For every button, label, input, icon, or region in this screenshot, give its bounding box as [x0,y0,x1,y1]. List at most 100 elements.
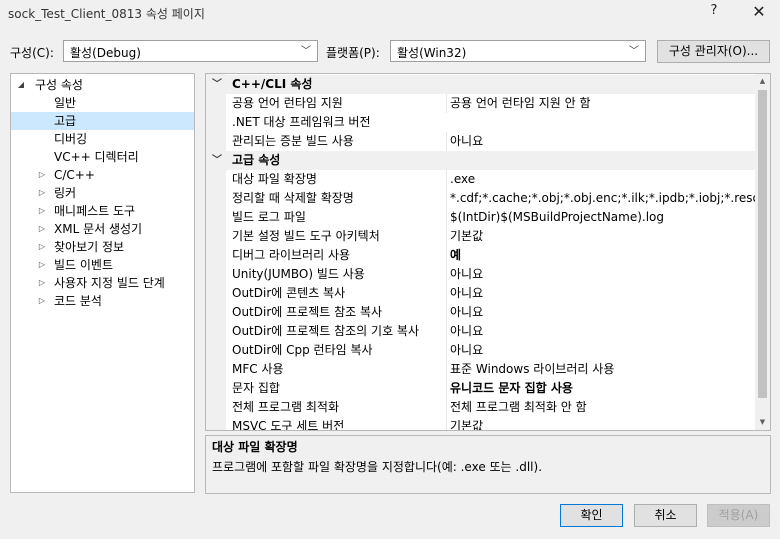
property-row[interactable]: MFC 사용 표준 Windows 라이브러리 사용 [206,360,757,379]
property-row[interactable]: 문자 집합 유니코드 문자 집합 사용 [206,379,757,398]
property-value[interactable]: 전체 프로그램 최적화 안 함 [446,398,757,417]
triangle-right-icon[interactable]: ▷ [37,292,47,310]
chevron-down-icon[interactable]: ﹀ [212,75,222,94]
triangle-right-icon[interactable]: ▷ [37,274,47,292]
property-name: OutDir에 콘텐츠 복사 [232,286,346,300]
tree-item-label: XML 문서 생성기 [54,222,143,236]
grid-scrollbar[interactable]: ▲ ▼ [755,74,770,430]
property-name: 디버그 라이브러리 사용 [232,248,351,262]
property-value[interactable]: 예 [446,246,757,265]
window-title: sock_Test_Client_0813 속성 페이지 [8,7,205,21]
chevron-down-icon[interactable]: ﹀ [212,151,222,170]
scroll-down-icon[interactable]: ▼ [755,415,770,430]
property-value[interactable]: .exe [446,170,757,189]
property-row[interactable]: 대상 파일 확장명 .exe [206,170,757,189]
property-row[interactable]: OutDir에 Cpp 런타임 복사 아니요 [206,341,757,360]
property-name: 관리되는 증분 빌드 사용 [232,134,354,148]
property-row[interactable]: OutDir에 프로젝트 참조 복사 아니요 [206,303,757,322]
tree-item[interactable]: ▷ C/C++ [11,166,194,184]
property-value[interactable]: 아니요 [446,341,757,360]
tree-item[interactable]: 디버깅 [11,130,194,148]
property-value[interactable]: 아니요 [446,303,757,322]
property-name: OutDir에 프로젝트 참조 복사 [232,305,383,319]
close-button[interactable]: ✕ [748,2,770,24]
tree-item[interactable]: ▷ 빌드 이벤트 [11,256,194,274]
config-dropdown[interactable]: 활성(Debug) ﹀ [63,40,318,62]
property-row[interactable]: 전체 프로그램 최적화 전체 프로그램 최적화 안 함 [206,398,757,417]
property-name: MSVC 도구 세트 버전 [232,419,345,431]
property-name: MFC 사용 [232,362,284,376]
tree-item[interactable]: VC++ 디렉터리 [11,148,194,166]
property-value[interactable]: 공용 언어 런타임 지원 안 함 [446,94,757,113]
property-value[interactable]: 기본값 [446,417,757,430]
tree-item[interactable]: ▷ 코드 분석 [11,292,194,310]
ok-button[interactable]: 확인 [560,504,623,527]
property-row[interactable]: 공용 언어 런타임 지원 공용 언어 런타임 지원 안 함 [206,94,757,113]
platform-label: 플랫폼(P): [326,46,380,60]
category-header[interactable]: ﹀ C++/CLI 속성 [206,75,757,94]
property-value[interactable]: 아니요 [446,284,757,303]
help-button[interactable]: ? [706,3,722,23]
property-row[interactable]: OutDir에 콘텐츠 복사 아니요 [206,284,757,303]
tree-item[interactable]: ▷ 사용자 지정 빌드 단계 [11,274,194,292]
property-value[interactable]: 아니요 [446,265,757,284]
property-name: 공용 언어 런타임 지원 [232,96,343,110]
tree-item[interactable]: ▷ 찾아보기 정보 [11,238,194,256]
property-name: 빌드 로그 파일 [232,210,306,224]
triangle-right-icon[interactable]: ▷ [37,256,47,274]
tree-item[interactable]: 고급 [11,112,194,130]
description-panel: 대상 파일 확장명 프로그램에 포함할 파일 확장명을 지정합니다(예: .ex… [205,435,771,494]
chevron-down-icon: ﹀ [301,46,311,57]
tree-item-label: 고급 [54,114,77,128]
triangle-right-icon[interactable]: ▷ [37,202,47,220]
cancel-button[interactable]: 취소 [634,504,697,527]
property-value[interactable]: 아니요 [446,132,757,151]
tree-item[interactable]: ▷ 매니페스트 도구 [11,202,194,220]
property-value[interactable]: 표준 Windows 라이브러리 사용 [446,360,757,379]
property-value[interactable]: *.cdf;*.cache;*.obj;*.obj.enc;*.ilk;*.ip… [446,189,757,208]
category-label: C++/CLI 속성 [232,77,313,91]
platform-value: 활성(Win32) [397,46,467,60]
tree-item-label: 링커 [54,186,77,200]
triangle-right-icon[interactable]: ▷ [37,238,47,256]
expanded-triangle-icon[interactable]: ◢ [16,76,26,94]
platform-dropdown[interactable]: 활성(Win32) ﹀ [390,40,646,62]
category-header[interactable]: ﹀ 고급 속성 [206,151,757,170]
property-grid: ﹀ C++/CLI 속성공용 언어 런타임 지원 공용 언어 런타임 지원 안 함.… [205,73,771,431]
property-name: OutDir에 Cpp 런타임 복사 [232,343,373,357]
config-manager-button[interactable]: 구성 관리자(O)... [657,40,770,63]
property-name: OutDir에 프로젝트 참조의 기호 복사 [232,324,420,338]
property-row[interactable]: 관리되는 증분 빌드 사용 아니요 [206,132,757,151]
category-tree: ◢ 구성 속성 일반 고급 디버깅 VC++ 디렉터리 ▷ C/C++ ▷ 링커 ▷ 매니페스트 … [10,73,195,493]
property-name: 문자 집합 [232,381,280,395]
triangle-right-icon[interactable]: ▷ [37,220,47,238]
tree-item-label: 매니페스트 도구 [54,204,136,218]
property-name: 대상 파일 확장명 [232,172,317,186]
property-row[interactable]: .NET 대상 프레임워크 버전 [206,113,757,132]
property-value[interactable]: 기본값 [446,227,757,246]
tree-root[interactable]: ◢ 구성 속성 [11,76,194,94]
scroll-thumb[interactable] [758,90,767,398]
apply-button[interactable]: 적용(A) [707,504,770,527]
property-row[interactable]: Unity(JUMBO) 빌드 사용 아니요 [206,265,757,284]
property-value[interactable]: 유니코드 문자 집합 사용 [446,379,757,398]
property-row[interactable]: 기본 설정 빌드 도구 아키텍처 기본값 [206,227,757,246]
property-row[interactable]: 정리할 때 삭제할 확장명 *.cdf;*.cache;*.obj;*.obj.e… [206,189,757,208]
description-text: 프로그램에 포함할 파일 확장명을 지정합니다(예: .exe 또는 .dll)… [212,460,543,474]
property-row[interactable]: MSVC 도구 세트 버전 기본값 [206,417,757,431]
tree-item-label: 사용자 지정 빌드 단계 [54,276,165,290]
tree-item[interactable]: 일반 [11,94,194,112]
triangle-right-icon[interactable]: ▷ [37,184,47,202]
property-value[interactable]: 아니요 [446,322,757,341]
tree-item-label: 빌드 이벤트 [54,258,114,272]
tree-item[interactable]: ▷ XML 문서 생성기 [11,220,194,238]
property-row[interactable]: OutDir에 프로젝트 참조의 기호 복사 아니요 [206,322,757,341]
property-row[interactable]: 빌드 로그 파일 $(IntDir)$(MSBuildProjectName).l… [206,208,757,227]
property-row[interactable]: 디버그 라이브러리 사용 예 [206,246,757,265]
property-value[interactable]: $(IntDir)$(MSBuildProjectName).log [446,208,757,227]
tree-item[interactable]: ▷ 링커 [11,184,194,202]
scroll-up-icon[interactable]: ▲ [755,74,770,89]
triangle-right-icon[interactable]: ▷ [37,166,47,184]
title-bar: sock_Test_Client_0813 속성 페이지 ? ✕ [0,0,780,28]
chevron-down-icon: ﹀ [629,46,639,57]
